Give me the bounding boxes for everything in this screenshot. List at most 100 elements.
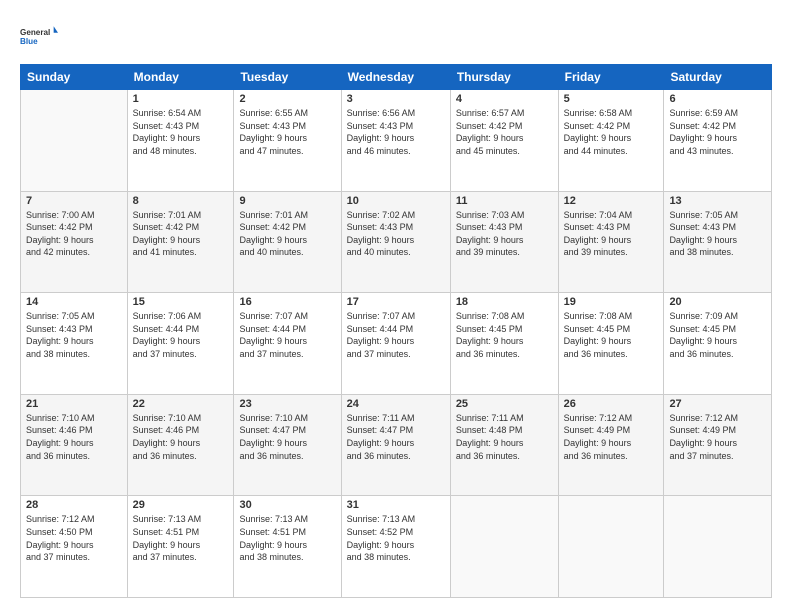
day-info: Sunrise: 6:56 AMSunset: 4:43 PMDaylight:… [347,108,416,156]
calendar-cell: 11Sunrise: 7:03 AMSunset: 4:43 PMDayligh… [450,191,558,293]
day-info: Sunrise: 7:08 AMSunset: 4:45 PMDaylight:… [564,311,633,359]
day-number: 12 [564,195,659,207]
week-row-1: 1 Sunrise: 6:54 AMSunset: 4:43 PMDaylight… [21,90,772,192]
week-row-5: 28 Sunrise: 7:12 AMSunset: 4:50 PMDayligh… [21,496,772,598]
day-number: 2 [239,93,335,105]
calendar-cell: 20 Sunrise: 7:09 AMSunset: 4:45 PMDayligh… [664,293,772,395]
day-number: 4 [456,93,553,105]
calendar-cell: 17Sunrise: 7:07 AMSunset: 4:44 PMDayligh… [341,293,450,395]
calendar-cell: 4 Sunrise: 6:57 AMSunset: 4:42 PMDaylight… [450,90,558,192]
day-info: Sunrise: 7:04 AMSunset: 4:43 PMDaylight:… [564,210,633,258]
svg-text:Blue: Blue [20,37,38,46]
day-number: 31 [347,499,445,511]
day-number: 27 [669,398,766,410]
day-info: Sunrise: 7:13 AMSunset: 4:51 PMDaylight:… [133,514,202,562]
day-number: 8 [133,195,229,207]
day-number: 7 [26,195,122,207]
calendar-cell: 7 Sunrise: 7:00 AMSunset: 4:42 PMDaylight… [21,191,128,293]
calendar-cell [558,496,664,598]
day-info: Sunrise: 7:13 AMSunset: 4:51 PMDaylight:… [239,514,308,562]
day-info: Sunrise: 6:54 AMSunset: 4:43 PMDaylight:… [133,108,202,156]
calendar-cell: 2 Sunrise: 6:55 AMSunset: 4:43 PMDaylight… [234,90,341,192]
day-number: 3 [347,93,445,105]
day-info: Sunrise: 7:01 AMSunset: 4:42 PMDaylight:… [239,210,308,258]
day-info: Sunrise: 7:13 AMSunset: 4:52 PMDaylight:… [347,514,416,562]
day-number: 17 [347,296,445,308]
day-number: 13 [669,195,766,207]
day-info: Sunrise: 6:55 AMSunset: 4:43 PMDaylight:… [239,108,308,156]
calendar-cell: 31 Sunrise: 7:13 AMSunset: 4:52 PMDayligh… [341,496,450,598]
day-info: Sunrise: 7:11 AMSunset: 4:48 PMDaylight:… [456,413,524,461]
calendar-cell: 21 Sunrise: 7:10 AMSunset: 4:46 PMDayligh… [21,394,128,496]
day-info: Sunrise: 7:03 AMSunset: 4:43 PMDaylight:… [456,210,525,258]
calendar-cell: 25Sunrise: 7:11 AMSunset: 4:48 PMDayligh… [450,394,558,496]
day-number: 22 [133,398,229,410]
calendar-cell: 1 Sunrise: 6:54 AMSunset: 4:43 PMDaylight… [127,90,234,192]
calendar-cell [21,90,128,192]
day-number: 18 [456,296,553,308]
svg-text:General: General [20,28,50,37]
day-number: 19 [564,296,659,308]
calendar-cell: 26 Sunrise: 7:12 AMSunset: 4:49 PMDayligh… [558,394,664,496]
day-info: Sunrise: 7:12 AMSunset: 4:50 PMDaylight:… [26,514,95,562]
day-info: Sunrise: 7:10 AMSunset: 4:46 PMDaylight:… [26,413,95,461]
day-number: 1 [133,93,229,105]
day-info: Sunrise: 6:59 AMSunset: 4:42 PMDaylight:… [669,108,738,156]
calendar-cell: 30Sunrise: 7:13 AMSunset: 4:51 PMDayligh… [234,496,341,598]
col-header-friday: Friday [558,65,664,90]
calendar-cell: 14Sunrise: 7:05 AMSunset: 4:43 PMDayligh… [21,293,128,395]
week-row-3: 14Sunrise: 7:05 AMSunset: 4:43 PMDayligh… [21,293,772,395]
day-info: Sunrise: 7:06 AMSunset: 4:44 PMDaylight:… [133,311,202,359]
col-header-wednesday: Wednesday [341,65,450,90]
calendar-cell: 3 Sunrise: 6:56 AMSunset: 4:43 PMDaylight… [341,90,450,192]
day-info: Sunrise: 7:10 AMSunset: 4:47 PMDaylight:… [239,413,308,461]
calendar-cell: 22 Sunrise: 7:10 AMSunset: 4:46 PMDayligh… [127,394,234,496]
week-row-4: 21 Sunrise: 7:10 AMSunset: 4:46 PMDayligh… [21,394,772,496]
day-number: 5 [564,93,659,105]
calendar-cell: 13Sunrise: 7:05 AMSunset: 4:43 PMDayligh… [664,191,772,293]
day-info: Sunrise: 7:12 AMSunset: 4:49 PMDaylight:… [564,413,633,461]
header: General Blue [20,18,772,54]
day-info: Sunrise: 6:57 AMSunset: 4:42 PMDaylight:… [456,108,525,156]
col-header-thursday: Thursday [450,65,558,90]
day-number: 20 [669,296,766,308]
calendar-cell: 19 Sunrise: 7:08 AMSunset: 4:45 PMDayligh… [558,293,664,395]
calendar-cell: 8 Sunrise: 7:01 AMSunset: 4:42 PMDaylight… [127,191,234,293]
day-info: Sunrise: 7:10 AMSunset: 4:46 PMDaylight:… [133,413,202,461]
calendar-cell: 6Sunrise: 6:59 AMSunset: 4:42 PMDaylight… [664,90,772,192]
col-header-tuesday: Tuesday [234,65,341,90]
calendar-cell: 5 Sunrise: 6:58 AMSunset: 4:42 PMDaylight… [558,90,664,192]
calendar-cell: 24Sunrise: 7:11 AMSunset: 4:47 PMDayligh… [341,394,450,496]
day-info: Sunrise: 6:58 AMSunset: 4:42 PMDaylight:… [564,108,633,156]
day-info: Sunrise: 7:01 AMSunset: 4:42 PMDaylight:… [133,210,202,258]
day-number: 26 [564,398,659,410]
day-info: Sunrise: 7:05 AMSunset: 4:43 PMDaylight:… [26,311,95,359]
day-number: 24 [347,398,445,410]
day-number: 21 [26,398,122,410]
page: General Blue SundayMondayTuesdayWednesda… [0,0,792,612]
calendar-cell [664,496,772,598]
day-number: 16 [239,296,335,308]
day-info: Sunrise: 7:02 AMSunset: 4:43 PMDaylight:… [347,210,416,258]
col-header-saturday: Saturday [664,65,772,90]
day-number: 15 [133,296,229,308]
header-row: SundayMondayTuesdayWednesdayThursdayFrid… [21,65,772,90]
calendar-cell: 12 Sunrise: 7:04 AMSunset: 4:43 PMDayligh… [558,191,664,293]
calendar-body: 1 Sunrise: 6:54 AMSunset: 4:43 PMDaylight… [21,90,772,598]
calendar-cell: 18Sunrise: 7:08 AMSunset: 4:45 PMDayligh… [450,293,558,395]
calendar-cell: 10Sunrise: 7:02 AMSunset: 4:43 PMDayligh… [341,191,450,293]
week-row-2: 7 Sunrise: 7:00 AMSunset: 4:42 PMDaylight… [21,191,772,293]
calendar-cell: 28 Sunrise: 7:12 AMSunset: 4:50 PMDayligh… [21,496,128,598]
day-number: 9 [239,195,335,207]
day-number: 23 [239,398,335,410]
calendar-cell: 9 Sunrise: 7:01 AMSunset: 4:42 PMDaylight… [234,191,341,293]
col-header-sunday: Sunday [21,65,128,90]
day-info: Sunrise: 7:09 AMSunset: 4:45 PMDaylight:… [669,311,738,359]
day-number: 28 [26,499,122,511]
day-info: Sunrise: 7:00 AMSunset: 4:42 PMDaylight:… [26,210,95,258]
calendar-cell: 23 Sunrise: 7:10 AMSunset: 4:47 PMDayligh… [234,394,341,496]
logo: General Blue [20,18,58,54]
day-info: Sunrise: 7:07 AMSunset: 4:44 PMDaylight:… [239,311,308,359]
calendar-cell: 29Sunrise: 7:13 AMSunset: 4:51 PMDayligh… [127,496,234,598]
col-header-monday: Monday [127,65,234,90]
